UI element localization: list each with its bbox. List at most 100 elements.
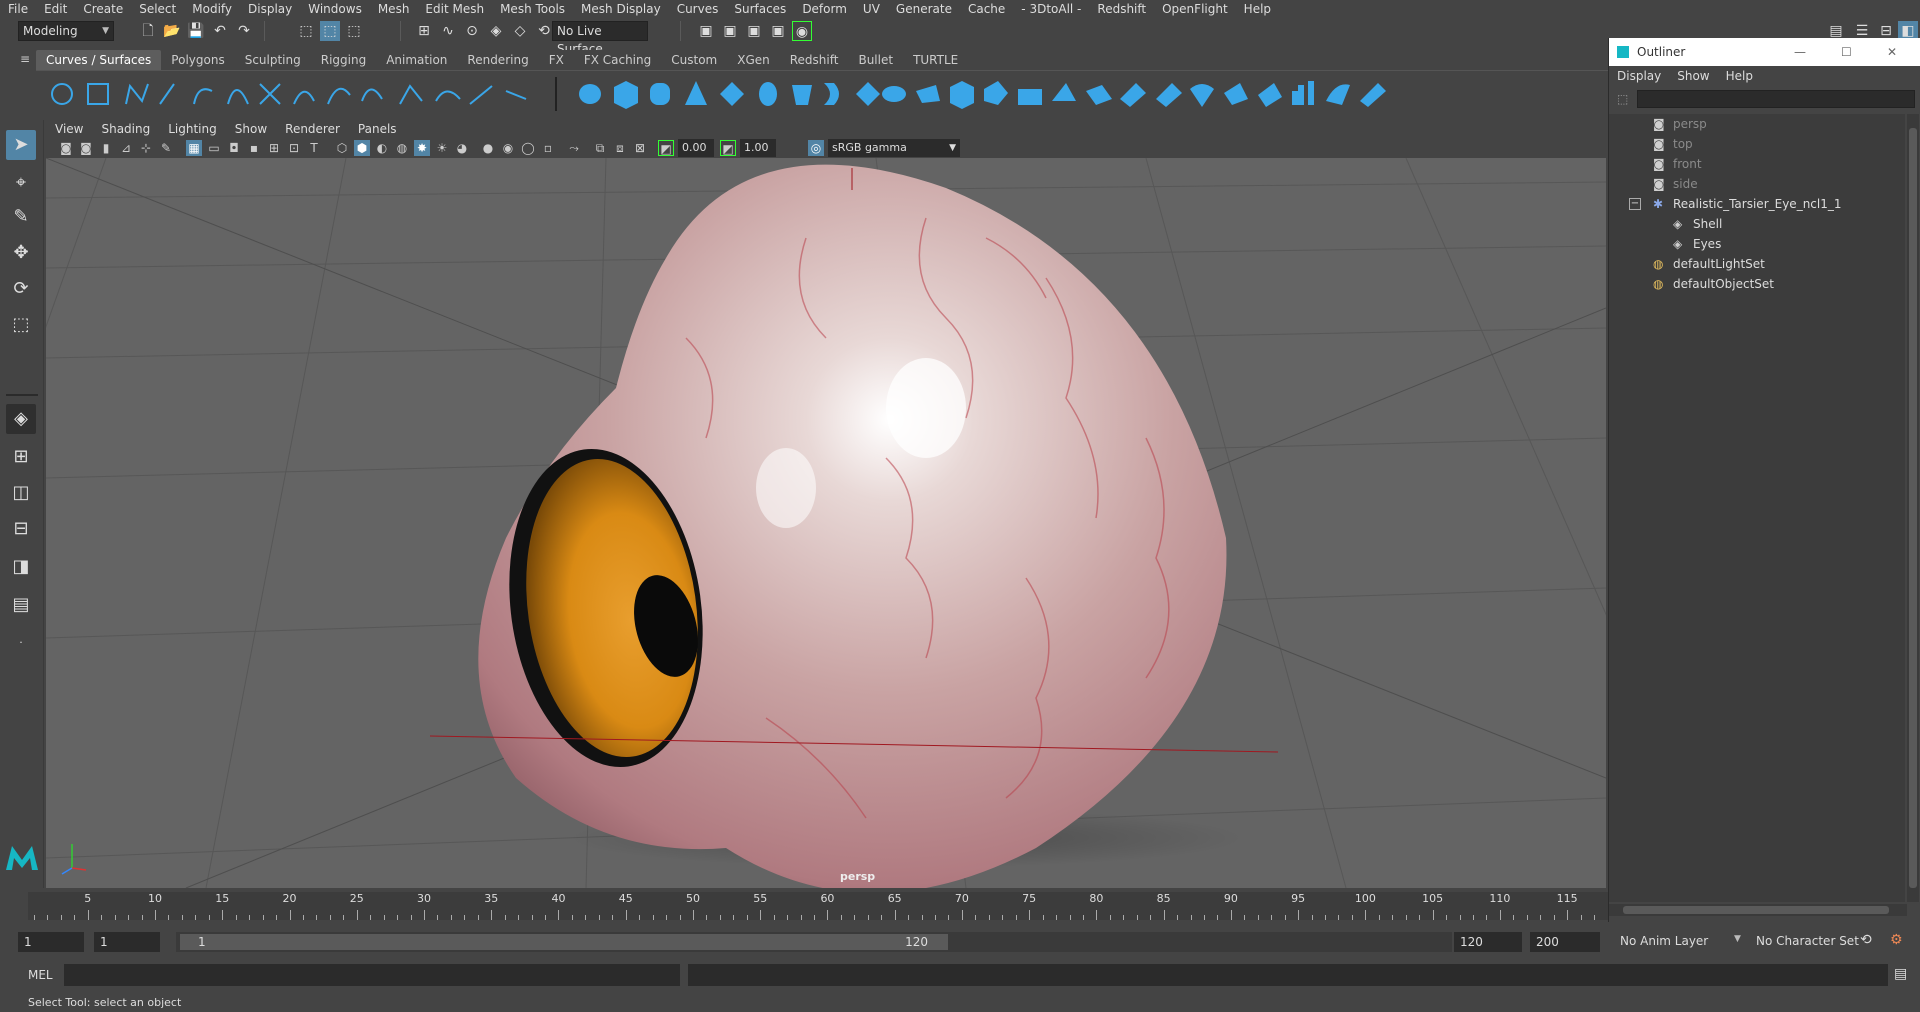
outliner-item-top[interactable]: ◙ top	[1609, 134, 1905, 154]
snap-surface-icon[interactable]: ◇	[510, 21, 530, 41]
scroll-thumb[interactable]	[1909, 128, 1917, 888]
shelf-tab-custom[interactable]: Custom	[661, 50, 728, 70]
mel-label[interactable]: MEL	[28, 968, 53, 982]
bevel-plus-icon[interactable]	[1052, 83, 1076, 101]
nurbs-circle-icon[interactable]	[51, 83, 73, 105]
menu-mesh-tools[interactable]: Mesh Tools	[492, 0, 573, 18]
anim-layer-selector[interactable]: No Anim Layer	[1620, 934, 1708, 948]
scale-tool-icon[interactable]: ⬚	[6, 310, 36, 340]
grid-icon[interactable]: ▦	[186, 140, 202, 156]
resolution-gate-icon[interactable]: ◘	[226, 140, 242, 156]
image-plane-icon[interactable]: ⊿	[118, 140, 134, 156]
menu-create[interactable]: Create	[75, 0, 131, 18]
shelf-options-icon[interactable]: ≡	[20, 52, 34, 66]
animation-end-field[interactable]: 200	[1530, 932, 1600, 952]
untrim-icon[interactable]	[1190, 84, 1214, 107]
outliner-scrollbar[interactable]	[1907, 114, 1919, 902]
select-object-icon[interactable]: ⬚	[320, 21, 340, 41]
persp-outliner-layout-icon[interactable]: ◫	[6, 478, 36, 508]
workspace-selector[interactable]: Modeling ▼	[18, 21, 114, 41]
ep-curve-icon[interactable]	[159, 83, 175, 105]
color-management-icon[interactable]: ◎	[808, 140, 824, 156]
range-track[interactable]: 1 120	[176, 932, 1452, 952]
panel-menu-shading[interactable]: Shading	[92, 120, 159, 138]
move-tool-icon[interactable]: ✥	[6, 238, 36, 268]
insert-knot-icon[interactable]	[361, 88, 383, 102]
outliner-search-input[interactable]	[1637, 90, 1915, 108]
chevron-down-icon[interactable]: ▼	[1734, 934, 1741, 944]
camera-attributes-icon[interactable]: ◙	[78, 140, 94, 156]
new-scene-icon[interactable]: 🗋	[138, 21, 158, 41]
surface-editing-icon[interactable]	[1360, 83, 1386, 107]
shadows-icon[interactable]: ☀	[434, 140, 450, 156]
playback-start-field[interactable]: 1	[94, 932, 160, 952]
offset-curve-icon[interactable]	[435, 90, 461, 102]
outliner-item-defaultobjectset[interactable]: ◍ defaultObjectSet	[1609, 274, 1905, 294]
nurbs-square-icon[interactable]	[87, 83, 109, 105]
loft-icon[interactable]	[824, 83, 839, 105]
shelf-tab-curves-surfaces[interactable]: Curves / Surfaces	[36, 50, 162, 70]
snap-point-icon[interactable]: ⊙	[462, 21, 482, 41]
xray-icon[interactable]: ●	[480, 140, 496, 156]
outliner-item-realistic-tarsier-eye-ncl1-1[interactable]: − ✱ Realistic_Tarsier_Eye_ncl1_1	[1609, 194, 1905, 214]
boundary-icon[interactable]	[950, 81, 974, 109]
shelf-tab-sculpting[interactable]: Sculpting	[234, 50, 311, 70]
nurbs-plane-icon[interactable]	[720, 82, 744, 106]
minimize-icon[interactable]: —	[1794, 38, 1806, 66]
birail-icon[interactable]	[916, 85, 940, 103]
square-surface-icon[interactable]	[984, 81, 1008, 105]
undo-icon[interactable]: ↶	[210, 21, 230, 41]
project-curve-icon[interactable]	[1120, 83, 1146, 107]
exposure-icon[interactable]: ◩	[658, 140, 674, 156]
shelf-tab-polygons[interactable]: Polygons	[161, 50, 235, 70]
planar-icon[interactable]	[856, 82, 880, 106]
pencil-curve-icon[interactable]	[193, 88, 213, 105]
outliner-item-eyes[interactable]: ◈ Eyes	[1609, 234, 1905, 254]
insert-isoparms-icon[interactable]	[1258, 83, 1282, 107]
redo-icon[interactable]: ↷	[234, 21, 254, 41]
wireframe-on-shaded-icon[interactable]: ◐	[374, 140, 390, 156]
panel-menu-lighting[interactable]: Lighting	[159, 120, 226, 138]
auto-key-icon[interactable]: ⟲	[1860, 932, 1872, 948]
snap-view-icon[interactable]: ◈	[486, 21, 506, 41]
outliner-item-front[interactable]: ◙ front	[1609, 154, 1905, 174]
outliner-menu-display[interactable]: Display	[1609, 69, 1669, 83]
color-space-selector[interactable]: sRGB gamma ▼	[828, 139, 960, 157]
hypershade-layout-icon[interactable]: ◨	[6, 552, 36, 582]
render-settings-icon[interactable]: ▣	[768, 21, 788, 41]
shelf-tab-fx-caching[interactable]: FX Caching	[573, 50, 662, 70]
snap-grid-icon[interactable]: ⊞	[414, 21, 434, 41]
motion-blur-icon[interactable]: ⤳	[566, 140, 582, 156]
shelf-tab-turtle[interactable]: TURTLE	[903, 50, 969, 70]
menu-help[interactable]: Help	[1236, 0, 1279, 18]
menu-windows[interactable]: Windows	[300, 0, 370, 18]
menu-deform[interactable]: Deform	[794, 0, 855, 18]
nurbs-cube-icon[interactable]	[614, 81, 638, 109]
multisample-aa-icon[interactable]: ⧉	[592, 140, 608, 156]
revolve-icon[interactable]	[792, 85, 812, 105]
nurbs-sphere-icon[interactable]	[579, 84, 601, 104]
perspective-viewport[interactable]: persp	[46, 158, 1606, 888]
snap-curve-icon[interactable]: ∿	[438, 21, 458, 41]
nurbs-cylinder-icon[interactable]	[650, 83, 670, 105]
custom-layout-icon[interactable]: ·	[6, 628, 36, 658]
outliner-menu-help[interactable]: Help	[1718, 69, 1761, 83]
extend-curve-icon[interactable]	[399, 84, 423, 105]
maximize-icon[interactable]: ☐	[1841, 38, 1852, 66]
menu-file[interactable]: File	[0, 0, 36, 18]
film-gate-icon[interactable]: ▭	[206, 140, 222, 156]
isolate-select-icon[interactable]: ▫	[540, 140, 556, 156]
live-surface-field[interactable]: No Live Surface	[552, 21, 648, 56]
trim-tool-icon[interactable]	[1156, 83, 1182, 107]
panel-menu-view[interactable]: View	[46, 120, 92, 138]
menu-edit[interactable]: Edit	[36, 0, 75, 18]
gamma-icon[interactable]: ◩	[720, 140, 736, 156]
bevel-icon[interactable]	[1018, 89, 1042, 105]
xray-components-icon[interactable]: ◯	[520, 140, 536, 156]
menu-edit-mesh[interactable]: Edit Mesh	[417, 0, 492, 18]
outliner-persp-layout-icon[interactable]: ▤	[6, 590, 36, 620]
xray-joints-icon[interactable]: ◉	[500, 140, 516, 156]
menu-select[interactable]: Select	[131, 0, 184, 18]
filter-icon[interactable]: ⬚	[1617, 92, 1628, 106]
animation-start-field[interactable]: 1	[18, 932, 84, 952]
